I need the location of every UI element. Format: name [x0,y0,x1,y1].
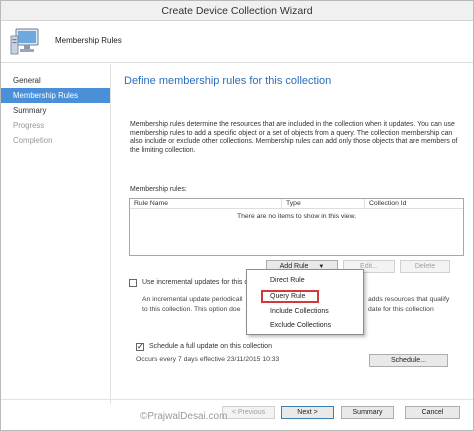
nav-item-membership-rules[interactable]: Membership Rules [1,88,110,103]
incremental-updates-label: Use incremental updates for this c [142,279,248,286]
membership-rules-table[interactable]: Rule Name Type Collection Id There are n… [129,198,464,256]
wizard-nav: General Membership Rules Summary Progres… [1,64,111,404]
menu-item-direct-rule[interactable]: Direct Rule [247,274,363,288]
nav-item-progress: Progress [13,121,45,130]
incremental-info-line1a: An incremental update periodicall [142,296,243,303]
menu-item-exclude-collections[interactable]: Exclude Collections [247,319,363,333]
schedule-button[interactable]: Schedule... [369,354,448,367]
nav-item-summary[interactable]: Summary [1,103,110,118]
nav-item-completion: Completion [13,136,53,145]
section-title: Define membership rules for this collect… [124,75,332,87]
incremental-info-line2b: date for this collection [368,306,434,313]
column-collection-id[interactable]: Collection Id [365,199,463,209]
watermark: ©PrajwalDesai.com [140,411,228,422]
table-header: Rule Name Type Collection Id [130,199,463,209]
query-rule-highlight [261,290,319,303]
menu-item-include-collections[interactable]: Include Collections [247,305,363,319]
next-button[interactable]: Next > [281,406,334,419]
wizard-window: Create Device Collection Wizard Membersh… [0,0,474,431]
add-rule-menu: Direct Rule Query Rule Include Collectio… [246,269,364,335]
wizard-header: Membership Rules [1,21,473,63]
delete-button[interactable]: Delete [400,260,450,273]
description-text: Membership rules determine the resources… [130,121,458,154]
column-rule-name[interactable]: Rule Name [130,199,282,209]
computer-icon [10,28,39,55]
page-title: Membership Rules [55,36,122,45]
schedule-full-update-checkbox[interactable] [136,342,144,351]
window-title: Create Device Collection Wizard [1,1,473,21]
incremental-info-line1b: adds resources that qualify [368,296,450,303]
incremental-updates-checkbox[interactable] [129,279,137,287]
nav-item-general[interactable]: General [1,73,110,88]
incremental-info-line2a: to this collection. This option doe [142,306,241,313]
previous-button[interactable]: < Previous [222,406,275,419]
schedule-occurs-text: Occurs every 7 days effective 23/11/2015… [136,356,280,363]
schedule-full-update-label: Schedule a full update on this collectio… [149,343,272,350]
summary-button[interactable]: Summary [341,406,394,419]
membership-rules-label: Membership rules: [130,186,187,193]
wizard-content: Define membership rules for this collect… [112,64,473,404]
footer-divider [1,399,473,400]
empty-table-message: There are no items to show in this view. [237,213,356,220]
column-type[interactable]: Type [282,199,365,209]
cancel-button[interactable]: Cancel [405,406,460,419]
